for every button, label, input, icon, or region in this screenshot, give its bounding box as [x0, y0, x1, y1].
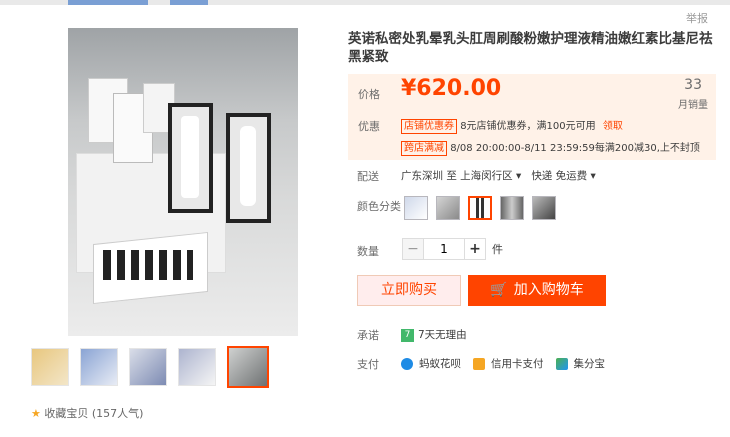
sales-count: 33 [684, 77, 702, 93]
huabei-icon [401, 357, 413, 370]
price-panel: 价格 ¥620.00 33 月销量 优惠 店铺优惠券 8元店铺优惠券，满100元… [348, 74, 716, 160]
shipping-values: 广东深圳 至 上海闵行区 ▾ 快递 免运费 ▾ [401, 168, 596, 183]
variant-3-icon[interactable] [468, 196, 492, 220]
shipping-method-select[interactable]: 快递 免运费 ▾ [531, 170, 595, 182]
promo-row-2: 跨店满减 8/08 20:00:00-8/11 23:59:59每满200减30… [401, 139, 700, 156]
favorite-text: 收藏宝贝 (157人气) [44, 407, 144, 420]
price-value: ¥620.00 [401, 76, 502, 101]
nav-tab-active[interactable] [68, 0, 148, 5]
quantity-decrease-button[interactable]: − [402, 238, 424, 260]
star-icon: ★ [31, 407, 41, 420]
top-nav-bar [0, 0, 730, 5]
thumbnail-gallery [31, 346, 269, 388]
promo-row-1: 店铺优惠券 8元店铺优惠券，满100元可用 领取 [401, 117, 623, 134]
cart-icon: 🛒 [490, 282, 508, 298]
shipping-location-select[interactable]: 广东深圳 至 上海闵行区 ▾ [401, 170, 521, 182]
variant-label: 颜色分类 [357, 200, 401, 213]
add-to-cart-button[interactable]: 🛒 加入购物车 [468, 275, 606, 306]
main-product-image[interactable] [68, 28, 298, 336]
variant-5-icon[interactable] [532, 196, 556, 220]
report-link[interactable]: 举报 [686, 10, 708, 26]
credit-card-icon [473, 357, 485, 370]
thumbnail-1[interactable] [31, 348, 69, 386]
quantity-stepper: − + 件 [402, 238, 503, 260]
thumbnail-5-selected[interactable] [227, 346, 269, 388]
variant-4-icon[interactable] [500, 196, 524, 220]
promise-value[interactable]: 7 7天无理由 [401, 327, 467, 342]
promo-label: 优惠 [358, 120, 380, 133]
variant-2-icon[interactable] [436, 196, 460, 220]
pay-credit-card: 信用卡支付 [491, 358, 544, 370]
jifenbao-icon [555, 357, 568, 370]
sales-label: 月销量 [678, 100, 708, 111]
quantity-label: 数量 [357, 245, 379, 258]
shipping-row: 配送 [357, 170, 379, 183]
thumbnail-3[interactable] [129, 348, 167, 386]
product-title: 英诺私密处乳晕乳头肛周刷酸粉嫩护理液精油嫩红素比基尼祛黑紧致 [348, 31, 713, 65]
quantity-increase-button[interactable]: + [464, 238, 486, 260]
promise-row: 承诺 [357, 329, 379, 342]
payment-methods: 蚂蚁花呗 信用卡支付 集分宝 [401, 356, 605, 371]
price-label: 价格 [358, 88, 380, 101]
variant-1-icon[interactable] [404, 196, 428, 220]
pay-jifenbao: 集分宝 [573, 358, 606, 370]
cross-store-text: 8/08 20:00:00-8/11 23:59:59每满200减30,上不封顶 [450, 143, 700, 154]
payment-row: 支付 [357, 358, 379, 371]
favorite-link[interactable]: ★ 收藏宝贝 (157人气) [31, 405, 143, 421]
cross-store-badge: 跨店满减 [401, 141, 447, 156]
pay-huabei: 蚂蚁花呗 [419, 358, 461, 370]
thumbnail-2[interactable] [80, 348, 118, 386]
nav-tab[interactable] [170, 0, 208, 5]
thumbnail-4[interactable] [178, 348, 216, 386]
coupon-text: 8元店铺优惠券，满100元可用 [460, 121, 596, 132]
seven-day-return-icon: 7 [401, 328, 414, 342]
coupon-badge: 店铺优惠券 [401, 119, 457, 134]
buy-now-button[interactable]: 立即购买 [357, 275, 461, 306]
quantity-unit: 件 [492, 243, 503, 256]
quantity-input[interactable] [424, 238, 464, 260]
claim-coupon-link[interactable]: 领取 [603, 121, 623, 132]
variant-swatches [404, 196, 556, 220]
